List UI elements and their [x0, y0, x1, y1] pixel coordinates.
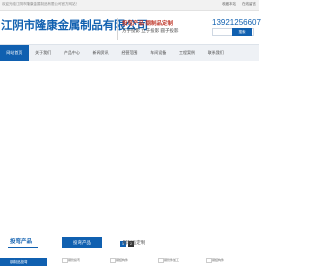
- product-thumbnails: 钢管投弯 钢结构件 钢管件加工 钢结构件: [62, 256, 252, 266]
- sidebar-item-steel-bend[interactable]: 钢制品投弯: [0, 258, 47, 266]
- slogan-main: 投弯产品 钢制品定制: [122, 21, 174, 27]
- nav-item-equipment[interactable]: 车间设备: [144, 45, 173, 61]
- message-link[interactable]: 在线留言: [242, 2, 256, 6]
- top-links: 收藏本站 在线留言: [217, 2, 256, 7]
- slogan-sub: 方子投影 立于投影 圆子投影: [122, 28, 179, 33]
- thumb-caption-3: 钢管件加工: [164, 258, 180, 262]
- header-divider: [117, 18, 118, 40]
- product-tabs: 投弯产品 钢制品定制: [62, 237, 252, 248]
- thumb-caption-1: 钢管投弯: [68, 258, 81, 262]
- thumb-caption-2: 钢结构件: [116, 258, 129, 262]
- main-nav: 网站首页 关于我们 产品中心 新闻资讯 经营范围 车间设备 工程案例 联系我们: [0, 44, 259, 62]
- sidebar-title-underline: [8, 247, 38, 248]
- banner-slider[interactable]: [0, 61, 259, 251]
- top-bar: 欢迎光临江阴市隆康金属制品有限公司官方网站！ 收藏本站 在线留言: [0, 0, 259, 11]
- tab-bend-products[interactable]: 投弯产品: [62, 237, 102, 248]
- nav-item-cases[interactable]: 工程案例: [173, 45, 202, 61]
- products-sidebar: 投弯产品 钢制品投弯: [0, 234, 47, 266]
- nav-item-scope[interactable]: 经营范围: [115, 45, 144, 61]
- nav-item-contact[interactable]: 联系我们: [201, 45, 230, 61]
- nav-item-home[interactable]: 网站首页: [0, 45, 29, 61]
- bookmark-link[interactable]: 收藏本站: [222, 2, 236, 6]
- sidebar-title: 投弯产品: [10, 239, 33, 245]
- nav-item-about[interactable]: 关于我们: [29, 45, 58, 61]
- hotline-number: 13921256607: [212, 18, 261, 27]
- nav-item-products[interactable]: 产品中心: [58, 45, 87, 61]
- site-header: 江阴市隆康金属制品有限公司 投弯产品 钢制品定制 方子投影 立于投影 圆子投影 …: [0, 11, 261, 44]
- thumb-caption-4: 钢结构件: [212, 258, 225, 262]
- welcome-text: 欢迎光临江阴市隆康金属制品有限公司官方网站！: [2, 2, 79, 6]
- nav-item-news[interactable]: 新闻资讯: [86, 45, 115, 61]
- tab-custom-steel[interactable]: 钢制品定制: [110, 237, 158, 248]
- search-button[interactable]: 搜索: [232, 28, 252, 36]
